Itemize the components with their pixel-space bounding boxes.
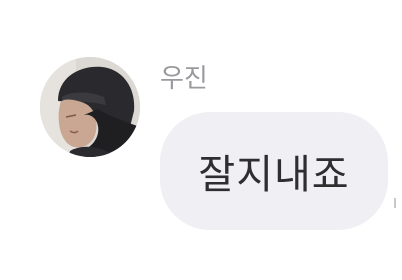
message-bubble[interactable]: 잘지내죠 bbox=[160, 112, 388, 230]
avatar[interactable] bbox=[40, 57, 140, 157]
profile-photo bbox=[40, 57, 140, 157]
sender-name: 우진 bbox=[160, 64, 208, 94]
message-text: 잘지내죠 bbox=[198, 152, 350, 198]
edge-mark bbox=[394, 198, 396, 208]
chat-message-row: 우진 잘지내죠 bbox=[0, 0, 402, 280]
